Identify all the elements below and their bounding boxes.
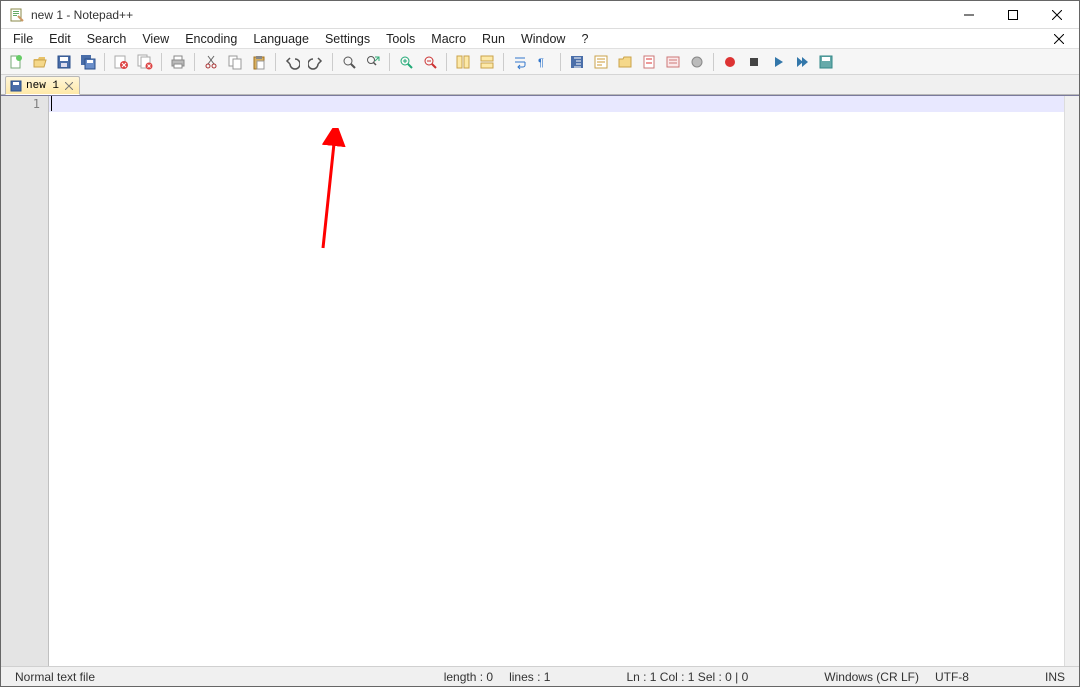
editor-area: 1 [1,95,1079,666]
redo-icon[interactable] [305,51,327,73]
tab-close-icon[interactable] [63,80,75,92]
macro-play-multi-icon[interactable] [791,51,813,73]
find-icon[interactable] [338,51,360,73]
open-file-icon[interactable] [29,51,51,73]
svg-text:¶: ¶ [538,57,544,69]
sync-vertical-icon[interactable] [452,51,474,73]
menu-edit[interactable]: Edit [41,30,79,48]
close-file-icon[interactable] [110,51,132,73]
sync-horizontal-icon[interactable] [476,51,498,73]
zoom-out-icon[interactable] [419,51,441,73]
app-icon [9,7,25,23]
new-file-icon[interactable] [5,51,27,73]
menu-window[interactable]: Window [513,30,573,48]
status-insert-mode[interactable]: INS [1037,670,1073,684]
replace-icon[interactable] [362,51,384,73]
caret [51,96,52,111]
gutter: 1 [1,96,49,666]
current-line-highlight [49,96,1064,112]
menu-settings[interactable]: Settings [317,30,378,48]
tab-bar: new 1 [1,75,1079,95]
app-window: new 1 - Notepad++ File Edit Search View … [0,0,1080,687]
indent-guide-icon[interactable] [566,51,588,73]
vertical-scrollbar[interactable] [1064,96,1079,666]
minimize-button[interactable] [947,1,991,29]
function-list-icon[interactable] [686,51,708,73]
save-all-icon[interactable] [77,51,99,73]
status-eol[interactable]: Windows (CR LF) [816,670,927,684]
secondary-close-button[interactable] [1047,30,1071,48]
user-lang-icon[interactable] [590,51,612,73]
cut-icon[interactable] [200,51,222,73]
zoom-in-icon[interactable] [395,51,417,73]
text-editor[interactable] [49,96,1064,666]
line-number: 1 [1,96,40,112]
file-tab-label: new 1 [26,80,59,92]
toolbar: ¶ [1,49,1079,75]
title-bar: new 1 - Notepad++ [1,1,1079,29]
status-filetype: Normal text file [7,670,103,684]
menu-tools[interactable]: Tools [378,30,423,48]
menu-file[interactable]: File [5,30,41,48]
show-all-chars-icon[interactable]: ¶ [533,51,555,73]
copy-icon[interactable] [224,51,246,73]
save-icon[interactable] [53,51,75,73]
menu-help[interactable]: ? [573,30,596,48]
paste-icon[interactable] [248,51,270,73]
macro-record-icon[interactable] [719,51,741,73]
macro-save-icon[interactable] [815,51,837,73]
file-tab[interactable]: new 1 [5,76,80,95]
window-controls [947,1,1079,29]
window-title: new 1 - Notepad++ [31,8,133,22]
word-wrap-icon[interactable] [509,51,531,73]
status-bar: Normal text file length : 0 lines : 1 Ln… [1,666,1079,686]
menu-macro[interactable]: Macro [423,30,474,48]
status-length: length : 0 [436,670,501,684]
maximize-button[interactable] [991,1,1035,29]
menu-bar: File Edit Search View Encoding Language … [1,29,1079,49]
macro-play-icon[interactable] [767,51,789,73]
macro-stop-icon[interactable] [743,51,765,73]
status-position: Ln : 1 Col : 1 Sel : 0 | 0 [618,670,756,684]
menu-run[interactable]: Run [474,30,513,48]
menu-view[interactable]: View [134,30,177,48]
status-encoding[interactable]: UTF-8 [927,670,977,684]
close-button[interactable] [1035,1,1079,29]
print-icon[interactable] [167,51,189,73]
status-lines: lines : 1 [501,670,558,684]
menu-encoding[interactable]: Encoding [177,30,245,48]
doc-map-icon[interactable] [638,51,660,73]
doc-list-icon[interactable] [662,51,684,73]
undo-icon[interactable] [281,51,303,73]
menu-search[interactable]: Search [79,30,135,48]
close-all-icon[interactable] [134,51,156,73]
tab-save-icon [10,80,22,92]
folder-workspace-icon[interactable] [614,51,636,73]
menu-language[interactable]: Language [245,30,317,48]
